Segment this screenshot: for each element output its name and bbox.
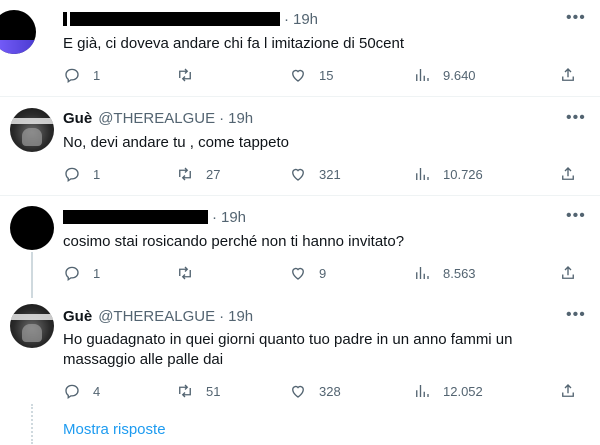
- share-icon: [562, 68, 574, 81]
- author-handle[interactable]: @THEREALGUE: [98, 110, 215, 127]
- reply-count: 1: [93, 265, 101, 281]
- retweet-count: 27: [206, 166, 221, 182]
- tweet-time[interactable]: 19h: [293, 11, 318, 28]
- views-count: 9.640: [443, 67, 476, 83]
- reply-icon: [65, 68, 79, 84]
- reply-count: 1: [93, 166, 101, 182]
- heart-icon: [292, 69, 304, 82]
- separator-dot: ·: [284, 10, 289, 28]
- views-chart-icon: [416, 168, 429, 180]
- reply-button[interactable]: 4: [63, 381, 100, 401]
- views-button[interactable]: 9.640: [413, 65, 476, 85]
- more-icon[interactable]: •••: [566, 10, 585, 30]
- tweet-3[interactable]: · 19h ••• cosimo stai rosicando perché n…: [0, 196, 600, 298]
- like-button[interactable]: 321: [289, 164, 341, 184]
- like-count: 15: [319, 67, 334, 83]
- tweet-time[interactable]: 19h: [221, 209, 246, 226]
- show-replies-link[interactable]: Mostra risposte: [63, 421, 166, 438]
- heart-icon: [292, 267, 304, 280]
- views-button[interactable]: 12.052: [413, 381, 483, 401]
- reply-button[interactable]: 1: [63, 263, 100, 283]
- retweet-icon: [179, 68, 191, 82]
- author-name[interactable]: Guè: [63, 308, 92, 325]
- retweet-button[interactable]: [176, 65, 206, 85]
- redacted-author: [63, 210, 208, 224]
- author-name[interactable]: Guè: [63, 110, 92, 127]
- avatar[interactable]: [10, 304, 54, 348]
- tweet-text: cosimo stai rosicando perché non ti hann…: [63, 233, 405, 250]
- reply-count: 4: [93, 383, 101, 399]
- heart-icon: [292, 168, 304, 181]
- views-chart-icon: [416, 385, 429, 397]
- tweet-2[interactable]: Guè @THEREALGUE · 19h ••• No, devi andar…: [0, 97, 600, 195]
- tweet-actions: 1 15 9.640: [63, 65, 583, 85]
- avatar[interactable]: [10, 206, 54, 250]
- retweet-count: 51: [206, 383, 221, 399]
- retweet-button[interactable]: 27: [176, 164, 220, 184]
- heart-icon: [292, 385, 304, 398]
- more-icon[interactable]: •••: [566, 110, 585, 130]
- share-button[interactable]: [559, 65, 577, 85]
- tweet-text: Ho guadagnato in quei giorni quanto tuo …: [63, 331, 513, 368]
- tweet-actions: 4 51 328 12.052: [63, 381, 583, 401]
- tweet-text: E già, ci doveva andare chi fa l imitazi…: [63, 35, 405, 52]
- retweet-icon: [179, 266, 191, 280]
- share-button[interactable]: [559, 164, 577, 184]
- views-count: 10.726: [443, 166, 483, 182]
- like-count: 321: [319, 166, 341, 182]
- retweet-button[interactable]: [176, 263, 206, 283]
- author-handle[interactable]: @THEREALGUE: [98, 308, 215, 325]
- like-button[interactable]: 328: [289, 381, 341, 401]
- tweet-1[interactable]: · 19h ••• E già, ci doveva andare chi fa…: [0, 0, 600, 96]
- tweet-header: Guè @THEREALGUE · 19h: [63, 306, 253, 326]
- reply-button[interactable]: 1: [63, 65, 100, 85]
- share-button[interactable]: [559, 263, 577, 283]
- redacted-author: [70, 12, 280, 26]
- like-count: 328: [319, 383, 341, 399]
- views-chart-icon: [416, 69, 429, 81]
- tweet-text: No, devi andare tu , come tappeto: [63, 134, 289, 151]
- retweet-button[interactable]: 51: [176, 381, 220, 401]
- tweet-header: · 19h: [63, 9, 318, 29]
- retweet-icon: [179, 167, 191, 181]
- reply-icon: [65, 266, 79, 282]
- thread-line-dotted: [31, 404, 33, 444]
- share-icon: [562, 266, 574, 279]
- tweet-time[interactable]: 19h: [228, 110, 253, 127]
- tweet-actions: 1 27 321 10.726: [63, 164, 583, 184]
- separator-dot: ·: [219, 307, 225, 325]
- more-icon[interactable]: •••: [566, 208, 585, 228]
- like-button[interactable]: 9: [289, 263, 326, 283]
- tweet-actions: 1 9 8.563: [63, 263, 583, 283]
- avatar[interactable]: [0, 10, 36, 54]
- retweet-icon: [179, 384, 191, 398]
- share-icon: [562, 167, 574, 180]
- reply-icon: [65, 167, 79, 183]
- views-count: 8.563: [443, 265, 476, 281]
- reply-button[interactable]: 1: [63, 164, 100, 184]
- tweet-time[interactable]: 19h: [228, 308, 253, 325]
- more-icon[interactable]: •••: [566, 307, 585, 327]
- share-button[interactable]: [559, 381, 577, 401]
- views-count: 12.052: [443, 383, 483, 399]
- tweet-header: Guè @THEREALGUE · 19h: [63, 108, 253, 128]
- reply-count: 1: [93, 67, 101, 83]
- views-chart-icon: [416, 267, 429, 279]
- like-count: 9: [319, 265, 327, 281]
- tweet-4[interactable]: Guè @THEREALGUE · 19h ••• Ho guadagnato …: [0, 292, 600, 444]
- views-button[interactable]: 10.726: [413, 164, 483, 184]
- avatar[interactable]: [10, 108, 54, 152]
- reply-icon: [65, 384, 79, 400]
- tweet-header: · 19h: [63, 207, 246, 227]
- separator-dot: ·: [219, 109, 225, 127]
- author-initial: [63, 12, 67, 26]
- like-button[interactable]: 15: [289, 65, 333, 85]
- views-button[interactable]: 8.563: [413, 263, 476, 283]
- share-icon: [562, 384, 574, 397]
- separator-dot: ·: [212, 208, 217, 226]
